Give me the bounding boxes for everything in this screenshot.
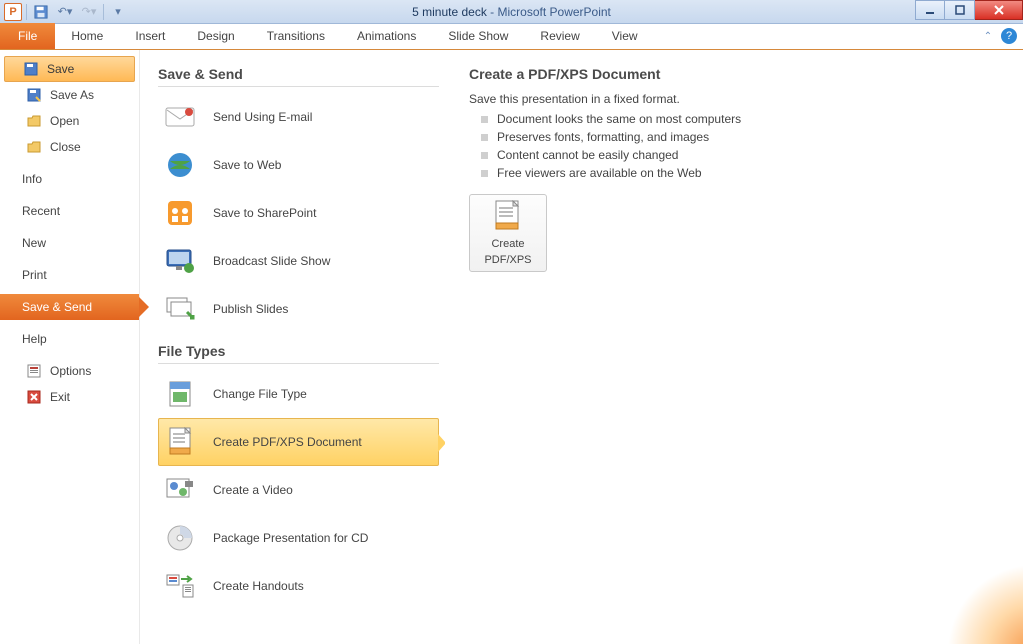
option-send-email[interactable]: Send Using E-mail (158, 93, 439, 141)
cd-icon (165, 523, 195, 553)
section-file-types-title: File Types (158, 343, 439, 359)
pdf-document-icon (165, 427, 195, 457)
qat-separator (26, 4, 27, 20)
minimize-button[interactable] (915, 0, 945, 20)
option-create-video[interactable]: Create a Video (158, 466, 439, 514)
tab-design[interactable]: Design (181, 23, 250, 49)
detail-title: Create a PDF/XPS Document (469, 66, 999, 82)
powerpoint-app-icon[interactable]: P (4, 3, 22, 21)
nav-exit[interactable]: Exit (0, 384, 139, 410)
qat-separator (103, 4, 104, 20)
maximize-button[interactable] (945, 0, 975, 20)
option-save-sharepoint[interactable]: Save to SharePoint (158, 189, 439, 237)
open-folder-icon (26, 113, 42, 129)
bullet-item: Free viewers are available on the Web (481, 164, 999, 182)
help-icon[interactable]: ? (1001, 28, 1017, 44)
tab-view[interactable]: View (596, 23, 654, 49)
tab-insert[interactable]: Insert (119, 23, 181, 49)
nav-print[interactable]: Print (0, 262, 139, 288)
tab-review[interactable]: Review (524, 23, 595, 49)
publish-slides-icon (165, 294, 195, 324)
tab-slideshow[interactable]: Slide Show (432, 23, 524, 49)
sharepoint-icon (165, 198, 195, 228)
backstage-left-nav: Save Save As Open Close Info Recent New … (0, 50, 140, 644)
save-icon (23, 61, 39, 77)
change-file-type-icon (165, 379, 195, 409)
tab-home[interactable]: Home (55, 23, 119, 49)
nav-save-send[interactable]: Save & Send (0, 294, 139, 320)
nav-recent[interactable]: Recent (0, 198, 139, 224)
option-save-web[interactable]: Save to Web (158, 141, 439, 189)
tab-transitions[interactable]: Transitions (251, 23, 341, 49)
email-icon (165, 102, 195, 132)
close-button[interactable] (975, 0, 1023, 20)
option-create-pdf-xps[interactable]: Create PDF/XPS Document (158, 418, 439, 466)
window-title: 5 minute deck - Microsoft PowerPoint (0, 5, 1023, 19)
nav-info[interactable]: Info (0, 166, 139, 192)
option-broadcast[interactable]: Broadcast Slide Show (158, 237, 439, 285)
title-bar: P ↶▾ ↷▾ ▾ 5 minute deck - Microsoft Powe… (0, 0, 1023, 24)
qat-customize-icon[interactable]: ▾ (108, 3, 128, 21)
button-label-line2: PDF/XPS (484, 254, 531, 266)
quick-access-toolbar: P ↶▾ ↷▾ ▾ (0, 3, 128, 21)
nav-save-as[interactable]: Save As (0, 82, 139, 108)
bullet-item: Content cannot be easily changed (481, 146, 999, 164)
options-icon (26, 363, 42, 379)
nav-new[interactable]: New (0, 230, 139, 256)
button-label-line1: Create (491, 238, 524, 250)
bullet-item: Preserves fonts, formatting, and images (481, 128, 999, 146)
exit-icon (26, 389, 42, 405)
tab-file[interactable]: File (0, 23, 55, 49)
window-controls (915, 0, 1023, 20)
broadcast-icon (165, 246, 195, 276)
minimize-ribbon-icon[interactable]: ⌃ (981, 29, 995, 43)
video-icon (165, 475, 195, 505)
section-save-send-title: Save & Send (158, 66, 439, 82)
detail-bullets: Document looks the same on most computer… (469, 110, 999, 182)
ribbon-tabs: File Home Insert Design Transitions Anim… (0, 24, 1023, 50)
nav-help[interactable]: Help (0, 326, 139, 352)
nav-options[interactable]: Options (0, 358, 139, 384)
decorative-swoosh (903, 564, 1023, 644)
close-folder-icon (26, 139, 42, 155)
app-name: Microsoft PowerPoint (498, 5, 611, 19)
option-change-file-type[interactable]: Change File Type (158, 370, 439, 418)
bullet-item: Document looks the same on most computer… (481, 110, 999, 128)
qat-undo-icon[interactable]: ↶▾ (55, 3, 75, 21)
globe-icon (165, 150, 195, 180)
create-pdf-xps-button[interactable]: Create PDF/XPS (469, 194, 547, 272)
nav-close[interactable]: Close (0, 134, 139, 160)
backstage-view: Save Save As Open Close Info Recent New … (0, 50, 1023, 644)
option-package-cd[interactable]: Package Presentation for CD (158, 514, 439, 562)
tab-animations[interactable]: Animations (341, 23, 432, 49)
save-as-icon (26, 87, 42, 103)
qat-save-icon[interactable] (31, 3, 51, 21)
detail-pane: Create a PDF/XPS Document Save this pres… (445, 50, 1023, 644)
detail-subtitle: Save this presentation in a fixed format… (469, 92, 999, 106)
nav-open[interactable]: Open (0, 108, 139, 134)
qat-redo-icon[interactable]: ↷▾ (79, 3, 99, 21)
pdf-document-icon (493, 200, 523, 234)
option-create-handouts[interactable]: Create Handouts (158, 562, 439, 610)
handouts-icon (165, 571, 195, 601)
nav-save[interactable]: Save (4, 56, 135, 82)
document-name: 5 minute deck (412, 5, 487, 19)
save-send-options: Save & Send Send Using E-mail Save to We… (140, 50, 445, 644)
option-publish-slides[interactable]: Publish Slides (158, 285, 439, 333)
